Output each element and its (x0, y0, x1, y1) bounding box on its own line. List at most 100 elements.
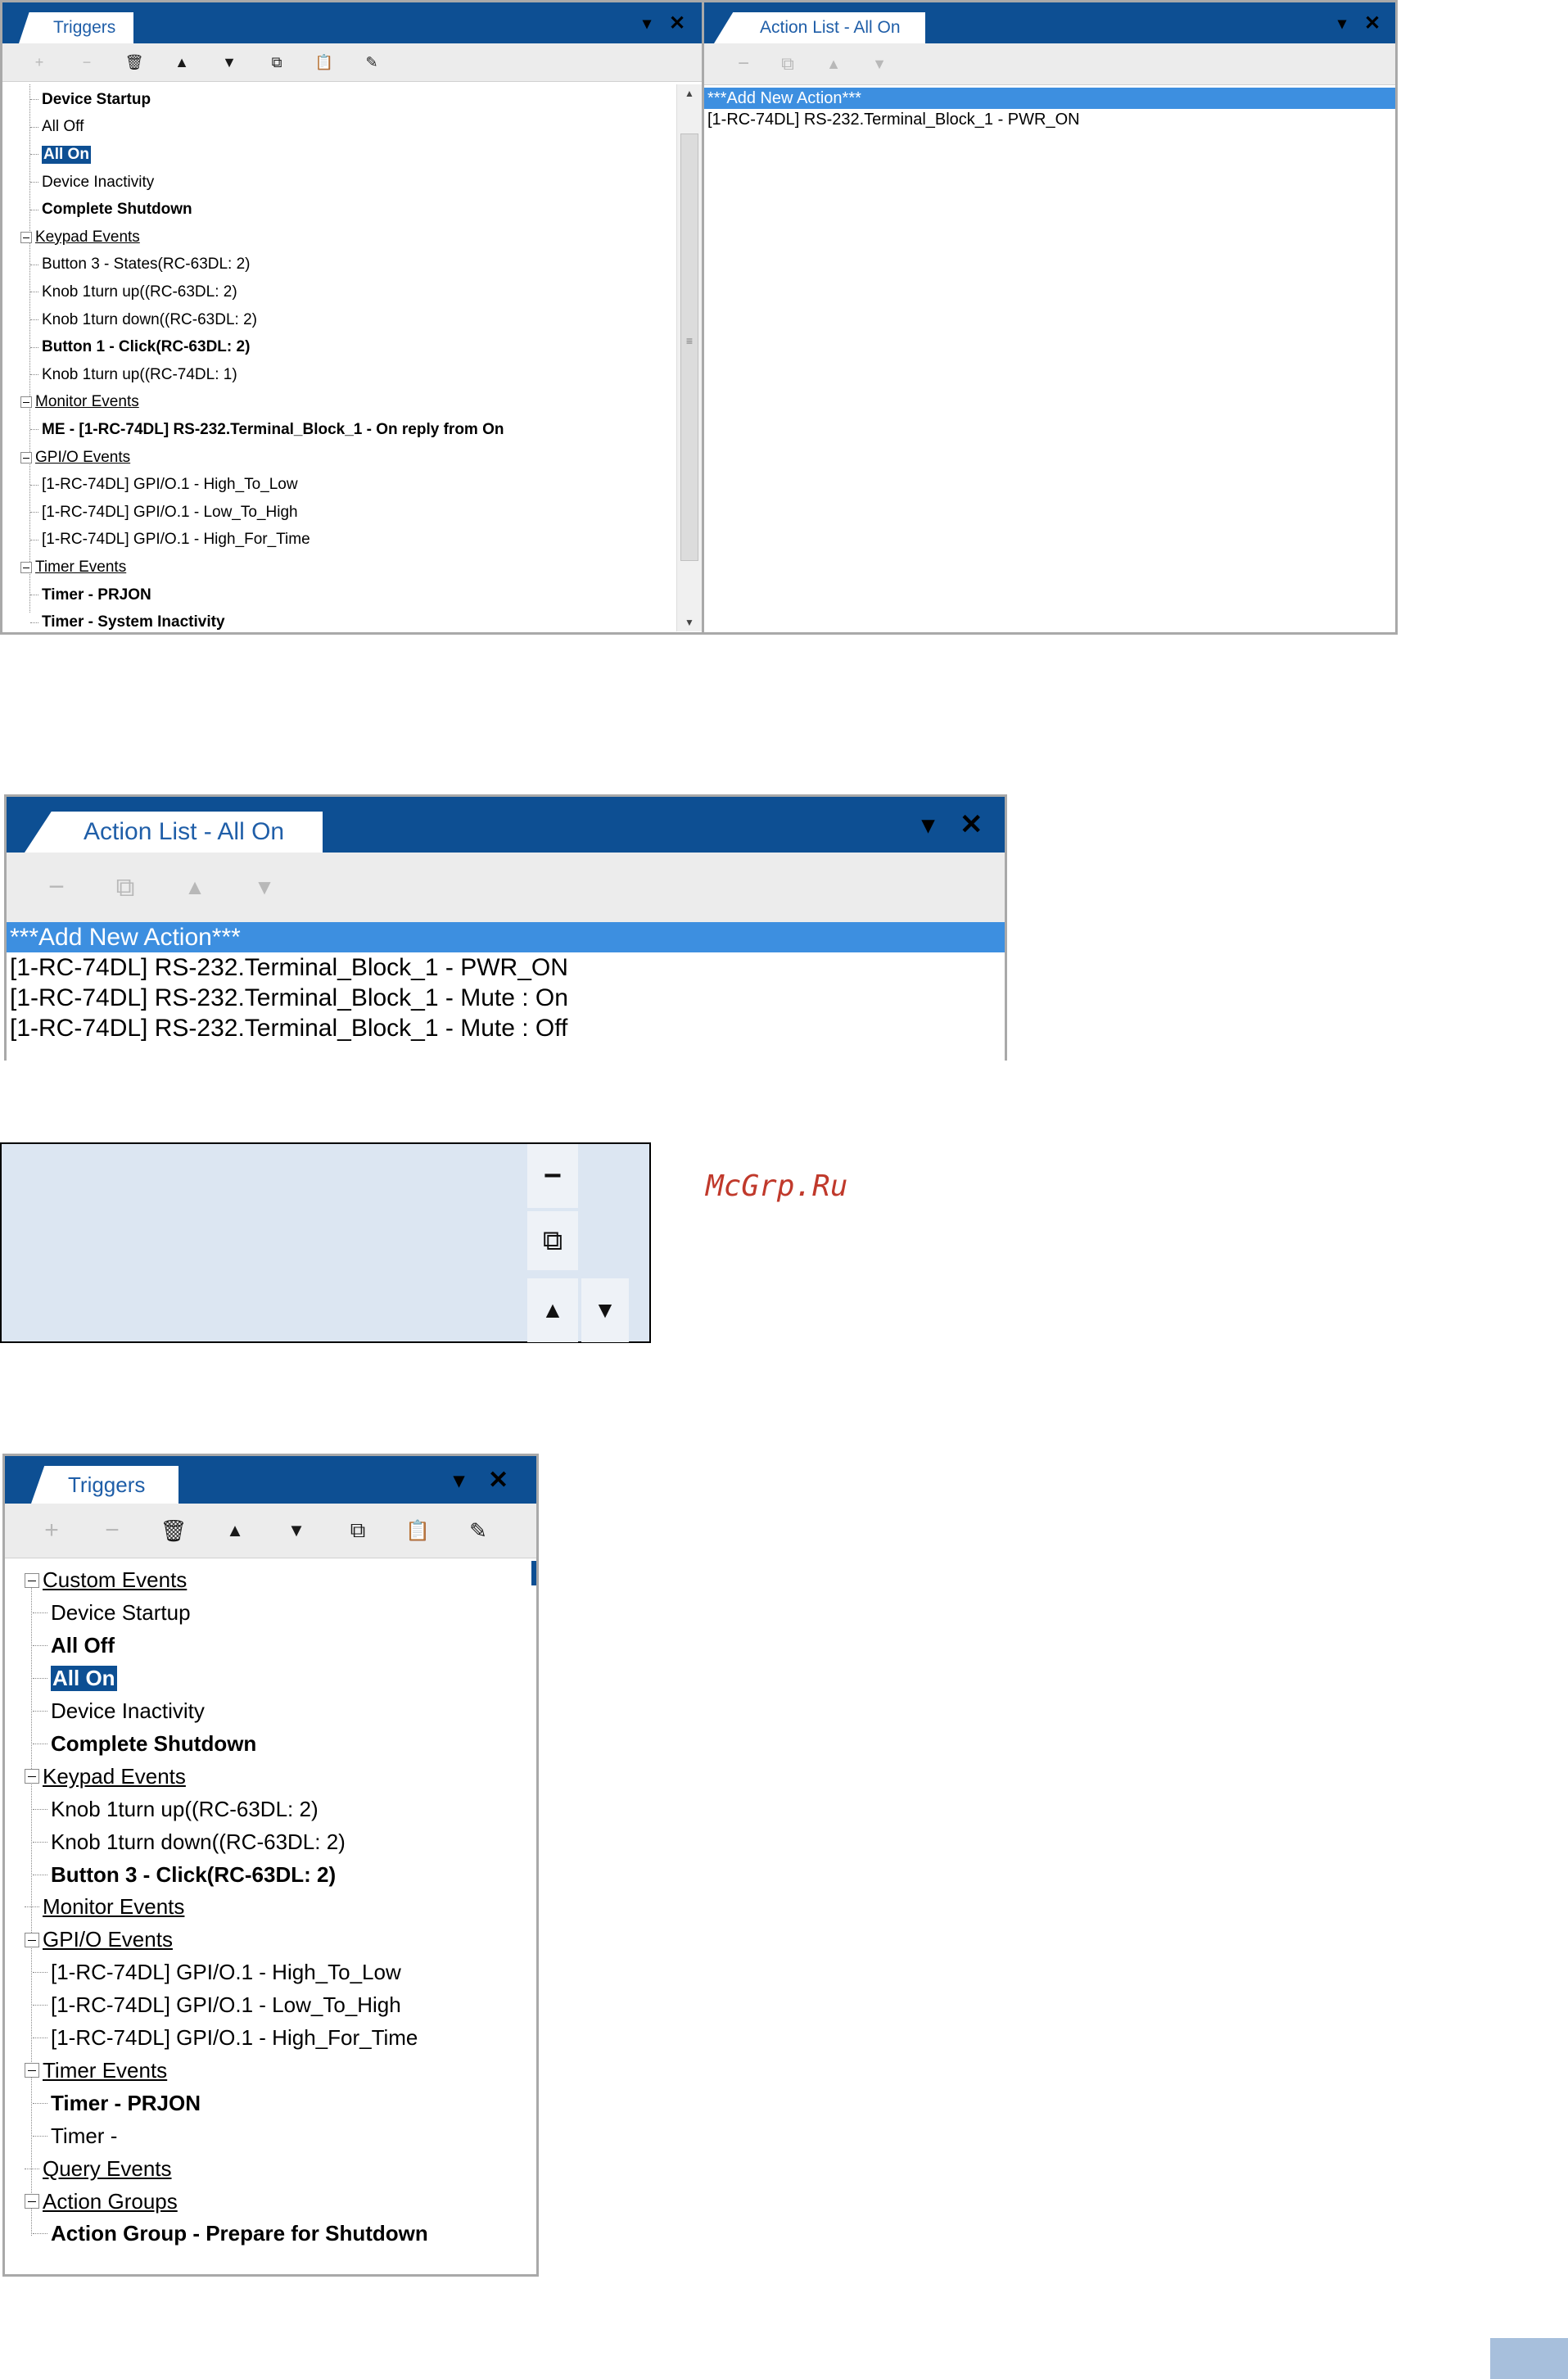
tree-item[interactable]: Knob 1turn up((RC-63DL: 2) (30, 278, 237, 306)
move-down-icon[interactable]: ▼ (279, 1504, 314, 1558)
move-up-icon[interactable]: ▲ (174, 853, 215, 922)
tree-item[interactable]: Knob 1turn up((RC-74DL: 1) (30, 361, 237, 389)
move-down-icon[interactable]: ▼ (865, 43, 894, 84)
close-icon[interactable]: ✕ (669, 2, 685, 43)
dropdown-icon[interactable]: ▾ (922, 797, 934, 853)
move-up-icon[interactable]: ▲ (218, 1504, 252, 1558)
collapse-icon[interactable] (20, 396, 32, 409)
tree-category[interactable]: Keypad Events (25, 1760, 186, 1793)
add-new-action-row[interactable]: ***Add New Action*** (7, 922, 1005, 952)
delete-icon[interactable]: 🗑 (120, 43, 148, 81)
add-icon[interactable]: + (34, 1504, 69, 1558)
remove-icon[interactable]: − (729, 43, 758, 84)
paste-icon[interactable]: 📋 (400, 1504, 435, 1558)
tree-item[interactable]: Complete Shutdown (33, 1728, 256, 1761)
rename-icon[interactable]: ✎ (461, 1504, 495, 1558)
close-icon[interactable]: ✕ (1364, 2, 1380, 43)
tree-item[interactable]: Button 1 - Click(RC-63DL: 2) (30, 333, 250, 361)
tree-item[interactable]: Knob 1turn up((RC-63DL: 2) (33, 1793, 319, 1825)
tree-item[interactable]: Device Inactivity (30, 169, 154, 197)
move-down-icon[interactable]: ▼ (215, 43, 243, 81)
close-icon[interactable]: ✕ (960, 797, 983, 853)
scroll-up-icon[interactable]: ▲ (677, 88, 702, 99)
tree-item[interactable]: [1-RC-74DL] GPI/O.1 - Low_To_High (30, 499, 298, 527)
move-up-button[interactable]: ▲ (527, 1278, 578, 1342)
collapse-icon[interactable] (20, 561, 32, 573)
delete-icon[interactable]: 🗑 (156, 1504, 191, 1558)
copy-icon[interactable]: ⧉ (341, 1504, 375, 1558)
tree-item[interactable]: [1-RC-74DL] GPI/O.1 - High_To_Low (33, 1956, 401, 1989)
move-down-button[interactable]: ▼ (581, 1278, 629, 1342)
copy-icon[interactable]: ⧉ (105, 853, 146, 922)
collapse-icon[interactable] (25, 2063, 39, 2078)
action-row[interactable]: [1-RC-74DL] RS-232.Terminal_Block_1 - Mu… (7, 983, 1005, 1013)
tree-item[interactable]: Button 3 - Click(RC-63DL: 2) (33, 1858, 336, 1891)
tree-category[interactable]: GPI/O Events (25, 1924, 173, 1956)
dropdown-icon[interactable]: ▾ (1338, 2, 1346, 43)
tree-item[interactable]: All Off (30, 114, 84, 142)
tree-category[interactable]: Monitor Events (25, 1891, 184, 1924)
tree-item[interactable]: [1-RC-74DL] GPI/O.1 - Low_To_High (33, 1989, 401, 2022)
dropdown-icon[interactable]: ▾ (454, 1456, 464, 1504)
tree-item[interactable]: [1-RC-74DL] GPI/O.1 - High_To_Low (30, 471, 298, 499)
remove-button[interactable]: − (527, 1144, 578, 1208)
collapse-icon[interactable] (20, 451, 32, 464)
add-new-action-row[interactable]: ***Add New Action*** (704, 88, 1395, 109)
action-row[interactable]: [1-RC-74DL] RS-232.Terminal_Block_1 - PW… (7, 952, 1005, 983)
tree-category[interactable]: Keypad Events (20, 224, 140, 251)
tree-category[interactable]: Action Groups (25, 2185, 178, 2218)
tab-triggers[interactable]: Triggers (19, 12, 133, 43)
tree-item[interactable]: Timer - System Inactivity (30, 608, 225, 632)
tree-item[interactable]: All Off (33, 1630, 115, 1662)
collapse-icon[interactable] (25, 2194, 39, 2209)
copy-icon[interactable]: ⧉ (263, 43, 291, 81)
tree-item[interactable]: Action Group - Prepare for Shutdown (33, 2218, 428, 2250)
collapse-icon[interactable] (25, 1572, 39, 1588)
scroll-down-icon[interactable]: ▼ (677, 617, 702, 628)
tree-category[interactable]: Monitor Events (20, 389, 139, 417)
action-row[interactable]: [1-RC-74DL] RS-232.Terminal_Block_1 - Mu… (7, 1013, 1005, 1043)
tree-item[interactable]: [1-RC-74DL] GPI/O.1 - High_For_Time (33, 2022, 418, 2055)
copy-icon[interactable]: ⧉ (773, 43, 802, 84)
tree-item[interactable]: Complete Shutdown (30, 196, 192, 224)
tree-item[interactable]: Knob 1turn down((RC-63DL: 2) (30, 306, 257, 334)
copy-button[interactable]: ⧉ (527, 1211, 578, 1270)
remove-icon[interactable]: − (36, 853, 77, 922)
tree-category[interactable]: Query Events (25, 2152, 172, 2185)
dropdown-icon[interactable]: ▾ (643, 2, 651, 43)
tree-item[interactable]: [1-RC-74DL] GPI/O.1 - High_For_Time (30, 527, 310, 554)
action-row[interactable]: [1-RC-74DL] RS-232.Terminal_Block_1 - PW… (704, 109, 1395, 130)
tree-item[interactable]: Button 3 - States(RC-63DL: 2) (30, 251, 251, 279)
tree-item[interactable]: Timer - PRJON (33, 2087, 201, 2119)
tree-category[interactable]: GPI/O Events (20, 444, 130, 472)
tree-item[interactable]: Device Startup (30, 86, 151, 114)
tree-item[interactable]: All On (30, 141, 91, 169)
move-down-icon[interactable]: ▼ (244, 853, 285, 922)
close-icon[interactable]: ✕ (488, 1456, 508, 1504)
tree-item[interactable]: ME - [1-RC-74DL] RS-232.Terminal_Block_1… (30, 416, 504, 444)
tab-action-list[interactable]: Action List - All On (25, 812, 323, 853)
tab-triggers[interactable]: Triggers (31, 1466, 178, 1504)
collapse-icon[interactable] (20, 231, 32, 243)
tree-category[interactable]: Custom Events (25, 1564, 187, 1597)
collapse-icon[interactable] (25, 1769, 39, 1784)
move-up-icon[interactable]: ▲ (168, 43, 196, 81)
add-icon[interactable]: + (25, 43, 53, 81)
remove-icon[interactable]: − (73, 43, 101, 81)
move-up-icon[interactable]: ▲ (819, 43, 848, 84)
tree-item[interactable]: All On (33, 1662, 117, 1695)
rename-icon[interactable]: ✎ (358, 43, 386, 81)
tree-item[interactable]: Timer - (33, 2119, 117, 2152)
scrollbar[interactable]: ▲ ≡ ▼ (676, 84, 702, 631)
scroll-thumb[interactable] (680, 133, 698, 561)
tree-item[interactable]: Timer - PRJON (30, 581, 151, 609)
tab-action-list[interactable]: Action List - All On (714, 12, 925, 43)
tree-item[interactable]: Device Inactivity (33, 1695, 205, 1728)
paste-icon[interactable]: 📋 (310, 43, 338, 81)
remove-icon[interactable]: − (95, 1504, 129, 1558)
tree-category[interactable]: Timer Events (25, 2055, 167, 2087)
tree-category[interactable]: Timer Events (20, 554, 126, 581)
tree-item[interactable]: Device Startup (33, 1597, 191, 1630)
tree-item[interactable]: Knob 1turn down((RC-63DL: 2) (33, 1825, 346, 1858)
collapse-icon[interactable] (25, 1932, 39, 1947)
